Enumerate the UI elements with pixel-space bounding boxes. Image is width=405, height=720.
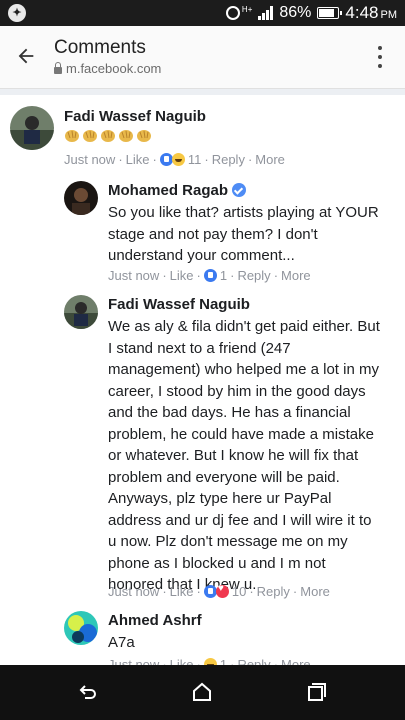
comment-author[interactable]: Fadi Wassef Naguib [64,108,206,125]
like-reaction-icon[interactable] [203,269,217,282]
comment-meta: Just now · Like · 10 · Reply · More [108,583,330,599]
comments-list: Fadi Wassef Naguib Just now · Like · 11 … [0,89,405,665]
lock-icon [54,61,62,74]
meta-separator: · [247,152,253,167]
meta-separator: · [162,584,167,599]
reply-link[interactable]: Reply [237,268,270,283]
reply-link[interactable]: Reply [212,152,245,167]
more-link[interactable]: More [281,657,311,665]
avatar[interactable] [10,106,54,150]
comment-meta: Just now · Like · 11 · Reply · More [64,152,285,167]
divider [0,89,405,95]
network-type: H+ [241,4,253,14]
comment-text: We as aly & fila didn't get paid either.… [108,318,380,593]
reply-link[interactable]: Reply [257,584,290,599]
clap-emoji-row [64,129,154,143]
clap-emoji-icon [119,130,133,142]
battery-percent: 86% [279,4,312,21]
meta-separator: · [249,584,254,599]
meta-separator: · [273,657,279,665]
avatar[interactable] [64,295,98,329]
page-url: m.facebook.com [54,61,161,76]
url-text: m.facebook.com [66,61,162,76]
comment-meta: Just now · Like · 1 · Reply · More [108,657,311,665]
meta-separator: · [230,268,235,283]
haha-reaction-icon[interactable] [203,658,217,665]
avatar[interactable] [64,611,98,645]
meta-separator: · [230,657,235,665]
reply-link[interactable]: Reply [237,657,270,665]
navigation-bar [0,665,405,720]
reaction-count[interactable]: 10 [232,584,246,599]
like-link[interactable]: Like [170,657,194,665]
more-link[interactable]: More [255,152,285,167]
love-reaction-icon[interactable] [215,583,229,598]
reaction-count[interactable]: 1 [220,657,227,665]
comment-time[interactable]: Just now [108,584,159,599]
comment-text: So you like that? artists playing at YOU… [108,204,379,264]
page-title: Comments [54,37,146,58]
meta-separator: · [196,657,201,665]
clap-emoji-icon [65,130,79,142]
avatar[interactable] [64,181,98,215]
comment-time[interactable]: Just now [64,152,115,167]
more-link[interactable]: More [300,584,330,599]
meta-separator: · [273,268,279,283]
haha-reaction-icon[interactable] [171,153,185,166]
more-link[interactable]: More [281,268,311,283]
reaction-count[interactable]: 1 [220,268,227,283]
like-reaction-icon[interactable] [203,585,217,598]
signal-icon [258,6,274,20]
clock: 4:48 PM [345,3,397,22]
meta-separator: · [162,268,167,283]
comment-time[interactable]: Just now [108,657,159,665]
nav-home-icon[interactable] [190,680,214,704]
clap-emoji-icon [101,130,115,142]
verified-badge-icon [232,183,247,197]
nav-recent-icon[interactable] [304,680,328,704]
app-bar: Comments m.facebook.com [0,26,405,89]
like-link[interactable]: Like [126,152,150,167]
meta-separator: · [196,268,201,283]
alarm-icon [225,6,240,20]
like-reaction-icon[interactable] [159,153,173,166]
meta-separator: · [292,584,298,599]
comment-author[interactable]: Fadi Wassef Naguib [108,296,250,313]
status-bar: ✦ H+ 86% 4:48 PM [0,0,405,26]
meta-separator: · [162,657,167,665]
meta-separator: · [204,152,209,167]
meta-separator: · [118,152,123,167]
reaction-count[interactable]: 11 [188,152,202,167]
clap-emoji-icon [83,130,97,142]
more-vert-icon[interactable] [373,42,387,72]
messenger-icon: ✦ [8,4,26,22]
like-link[interactable]: Like [170,268,194,283]
nav-back-icon[interactable] [76,680,100,704]
like-link[interactable]: Like [170,584,194,599]
status-right: H+ 86% 4:48 PM [225,3,397,22]
comment-meta: Just now · Like · 1 · Reply · More [108,268,311,283]
comment-author[interactable]: Mohamed Ragab [108,182,247,199]
comment-text: A7a [108,634,135,651]
arrow-back-icon[interactable] [10,40,42,72]
battery-icon [317,7,343,19]
meta-separator: · [152,152,157,167]
meta-separator: · [196,584,201,599]
comment-time[interactable]: Just now [108,268,159,283]
clap-emoji-icon [137,130,151,142]
comment-author[interactable]: Ahmed Ashrf [108,612,202,629]
